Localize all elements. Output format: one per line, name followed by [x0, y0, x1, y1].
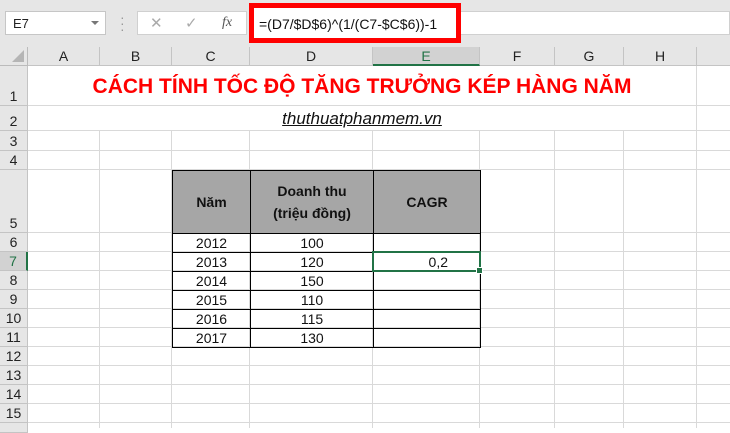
row-header-6[interactable]: 6 — [0, 233, 28, 252]
column-header-F[interactable]: F — [480, 47, 555, 66]
table-cell[interactable]: 2012 — [172, 233, 251, 253]
column-header-A[interactable]: A — [28, 47, 100, 66]
gridline — [696, 66, 697, 428]
gridline — [28, 150, 730, 151]
formula-input-extension[interactable] — [461, 11, 730, 35]
name-box[interactable]: E7 — [5, 11, 106, 35]
row-header-7[interactable]: 7 — [0, 252, 28, 271]
website-link[interactable]: thuthuatphanmem.vn — [28, 106, 696, 131]
formula-input[interactable]: =(D7/$D$6)^(1/(C7-$C$6))-1 — [249, 3, 461, 43]
table-cell[interactable]: 115 — [250, 309, 374, 329]
cancel-icon[interactable]: ✕ — [150, 14, 163, 32]
table-cell[interactable]: 2014 — [172, 271, 251, 291]
column-header-I[interactable] — [697, 47, 730, 66]
table-header[interactable]: Doanh thu (triệu đồng) — [250, 170, 374, 234]
column-header-H[interactable]: H — [624, 47, 697, 66]
table-cell[interactable]: 2016 — [172, 309, 251, 329]
table-cell[interactable] — [373, 328, 481, 348]
row-header-13[interactable]: 13 — [0, 366, 28, 385]
gridline — [28, 384, 730, 385]
table-cell[interactable]: 2013 — [172, 252, 251, 272]
column-header-D[interactable]: D — [250, 47, 373, 66]
table-cell[interactable]: 120 — [250, 252, 374, 272]
row-header-15[interactable]: 15 — [0, 404, 28, 423]
column-header-B[interactable]: B — [100, 47, 172, 66]
row-header-16[interactable] — [0, 423, 28, 433]
row-header-12[interactable]: 12 — [0, 347, 28, 366]
row-header-11[interactable]: 11 — [0, 328, 28, 347]
row-header-1[interactable]: 1 — [0, 66, 28, 106]
table-cell[interactable]: 2015 — [172, 290, 251, 310]
table-cell[interactable] — [373, 233, 481, 253]
table-cell[interactable] — [373, 309, 481, 329]
table-cell[interactable]: 150 — [250, 271, 374, 291]
table-header[interactable]: Năm — [172, 170, 251, 234]
gridline — [28, 403, 730, 404]
name-box-value: E7 — [13, 16, 29, 31]
row-header-3[interactable]: 3 — [0, 131, 28, 151]
table-header[interactable]: CAGR — [373, 170, 481, 234]
formula-buttons: ✕ ✓ fx — [137, 11, 247, 35]
row-header-2[interactable]: 2 — [0, 106, 28, 131]
row-header-4[interactable]: 4 — [0, 151, 28, 170]
gridline — [28, 365, 730, 366]
row-header-14[interactable]: 14 — [0, 385, 28, 404]
column-header-C[interactable]: C — [172, 47, 250, 66]
drag-handle-icon[interactable]: · · · — [120, 10, 125, 36]
insert-function-icon[interactable]: fx — [222, 15, 232, 31]
row-header-9[interactable]: 9 — [0, 290, 28, 309]
table-cell[interactable]: 2017 — [172, 328, 251, 348]
table-cell[interactable] — [373, 290, 481, 310]
row-header-8[interactable]: 8 — [0, 271, 28, 290]
enter-icon[interactable]: ✓ — [185, 14, 198, 32]
sheet-title[interactable]: CÁCH TÍNH TỐC ĐỘ TĂNG TRƯỞNG KÉP HÀNG NĂ… — [28, 68, 696, 106]
row-header-5[interactable]: 5 — [0, 170, 28, 233]
table-cell[interactable]: 100 — [250, 233, 374, 253]
row-header-10[interactable]: 10 — [0, 309, 28, 328]
column-header-G[interactable]: G — [555, 47, 624, 66]
select-all-button[interactable] — [0, 47, 28, 66]
gridline — [28, 422, 730, 423]
chevron-down-icon[interactable] — [91, 21, 99, 25]
table-cell[interactable] — [373, 271, 481, 291]
column-header-E[interactable]: E — [373, 47, 480, 66]
selected-cell-E7[interactable] — [372, 251, 483, 274]
table-cell[interactable]: 110 — [250, 290, 374, 310]
table-cell[interactable]: 130 — [250, 328, 374, 348]
